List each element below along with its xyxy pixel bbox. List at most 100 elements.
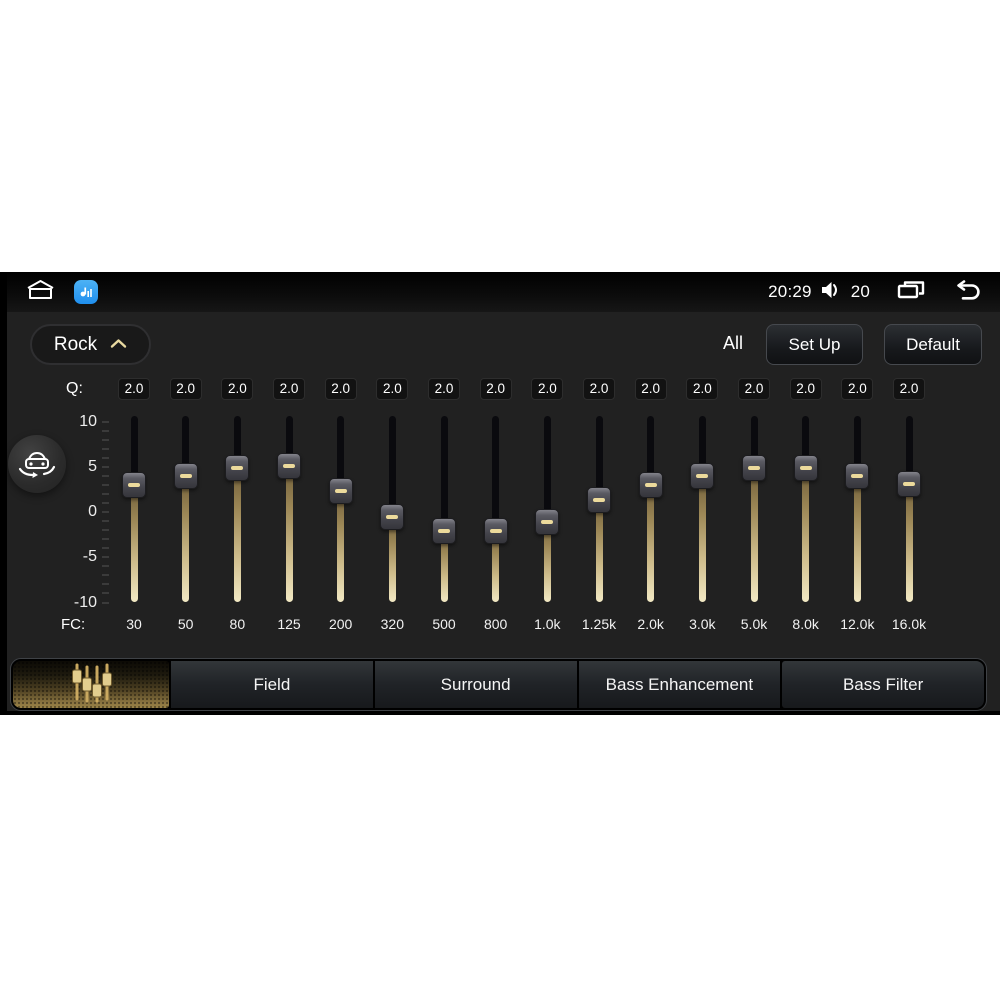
gain-axis-tick: [102, 456, 109, 459]
gain-axis-label: -10: [73, 593, 97, 611]
slider-handle[interactable]: [328, 478, 353, 505]
q-value: 2.0: [634, 378, 667, 400]
slider-fill: [337, 491, 345, 602]
slider-handle[interactable]: [380, 503, 405, 530]
gain-axis-tick: [102, 520, 109, 523]
slider-fill: [905, 483, 913, 602]
q-value: 2.0: [169, 378, 202, 400]
volume-icon: [821, 281, 842, 304]
car-listening-position-button[interactable]: [8, 435, 66, 493]
gain-axis-tick: [102, 574, 109, 577]
q-value: 2.0: [273, 378, 305, 400]
tab-bass-filter[interactable]: Bass Filter: [782, 661, 984, 708]
slider-fill: [182, 475, 190, 602]
slider-fill: [853, 475, 861, 602]
q-value: 2.0: [686, 378, 719, 400]
tab-bass-enhancement[interactable]: Bass Enhancement: [578, 661, 781, 708]
gain-axis-tick: [102, 601, 109, 604]
gain-axis-tick: [102, 592, 109, 595]
chevron-up-icon: [110, 336, 127, 354]
q-value: 2.0: [376, 378, 409, 400]
home-icon[interactable]: [24, 278, 57, 306]
slider-handle[interactable]: [793, 454, 818, 481]
gain-axis-label: 0: [88, 503, 97, 520]
screen-bottom-edge: [0, 711, 1000, 715]
slider-fill: [802, 467, 810, 602]
slider-fill: [233, 467, 241, 602]
gain-axis-label: -5: [82, 548, 97, 566]
setup-button[interactable]: Set Up: [766, 324, 863, 365]
slider-handle[interactable]: [225, 454, 250, 481]
status-bar-left: [0, 278, 98, 306]
gain-axis-tick: [102, 483, 109, 486]
slider-fill: [595, 500, 603, 602]
gain-axis-tick: [102, 538, 109, 541]
q-row-label: Q:: [66, 380, 83, 397]
q-value: 2.0: [531, 378, 564, 400]
q-value: 2.0: [221, 378, 254, 400]
slider-fill: [285, 465, 293, 602]
slider-handle[interactable]: [897, 470, 921, 497]
volume-level: 20: [850, 282, 870, 301]
slider-fill: [647, 484, 655, 602]
all-button[interactable]: All: [710, 333, 756, 354]
q-value: 2.0: [479, 378, 512, 400]
slider-handle[interactable]: [173, 462, 198, 489]
q-value: 2.0: [324, 378, 357, 400]
slider-fill: [698, 475, 706, 602]
gain-axis-tick: [102, 429, 109, 432]
gain-axis-tick: [102, 547, 109, 550]
q-value: 2.0: [893, 378, 925, 400]
preset-selector[interactable]: Rock: [30, 324, 151, 365]
preset-selected-label: Rock: [53, 333, 98, 355]
car-stereo-equalizer-screen: 20:29 20 Rock All Set Up Default Q: FC: …: [0, 272, 1000, 715]
slider-handle[interactable]: [845, 462, 870, 489]
clock: 20:29: [768, 282, 812, 301]
gain-axis-tick: [102, 474, 109, 477]
status-bar: 20:29 20: [0, 272, 1000, 312]
slider-handle[interactable]: [483, 518, 508, 544]
q-value: 2.0: [738, 378, 770, 400]
tab-surround[interactable]: Surround: [374, 661, 577, 708]
gain-axis-tick: [102, 529, 109, 532]
slider-handle[interactable]: [535, 508, 560, 535]
gain-axis-tick: [102, 465, 109, 468]
slider-handle[interactable]: [587, 487, 611, 514]
gain-axis-tick: [102, 511, 109, 513]
slider-handle[interactable]: [277, 452, 301, 479]
page-background: 20:29 20 Rock All Set Up Default Q: FC: …: [0, 0, 1000, 1000]
slider-handle[interactable]: [122, 471, 146, 498]
q-value: 2.0: [841, 378, 874, 400]
gain-axis-tick: [102, 492, 109, 495]
slider-handle[interactable]: [690, 462, 715, 489]
q-value: 2.0: [118, 378, 150, 400]
q-value: 2.0: [789, 378, 822, 400]
fc-value: 16.0k: [891, 616, 927, 632]
status-bar-right: 20:29 20: [768, 279, 1000, 306]
recent-apps-icon[interactable]: [896, 279, 926, 306]
tab-equalizer-selected[interactable]: [13, 661, 169, 708]
fc-row-label: FC:: [61, 616, 86, 633]
gain-axis-label: 10: [79, 412, 97, 430]
gain-axis-tick: [102, 583, 109, 586]
q-value: 2.0: [583, 378, 615, 400]
q-value: 2.0: [428, 378, 460, 400]
gain-axis-tick: [102, 447, 109, 450]
gain-axis-tick: [102, 501, 109, 504]
screen-left-edge: [0, 272, 7, 715]
gain-axis-tick: [102, 420, 109, 423]
tab-field[interactable]: Field: [171, 661, 373, 708]
bottom-tab-bar: Field Surround Bass Enhancement Bass Fil…: [10, 658, 987, 711]
gain-axis-tick: [102, 565, 109, 568]
gain-axis-tick: [102, 556, 109, 559]
back-icon[interactable]: [950, 279, 982, 305]
equalizer-sliders-icon: [64, 661, 118, 708]
slider-handle[interactable]: [742, 454, 766, 481]
slider-handle[interactable]: [432, 518, 456, 544]
music-eq-app-icon[interactable]: [74, 280, 98, 304]
slider-fill: [130, 484, 138, 602]
slider-fill: [750, 467, 758, 602]
default-button[interactable]: Default: [884, 324, 982, 365]
gain-axis-tick: [102, 438, 109, 441]
slider-handle[interactable]: [638, 471, 663, 498]
